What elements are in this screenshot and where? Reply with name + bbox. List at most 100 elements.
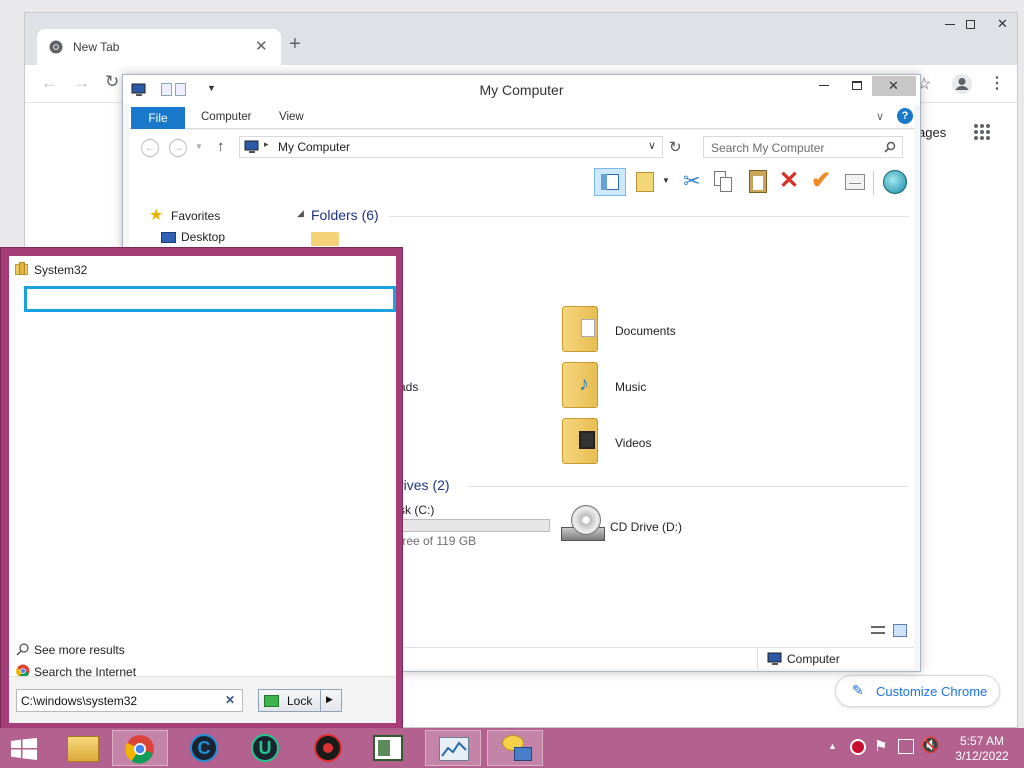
explorer-title: My Computer	[479, 82, 564, 98]
taskbar-u-app[interactable]: U	[238, 730, 294, 766]
taskbar-clock[interactable]: 5:57 AM 3/12/2022	[944, 734, 1020, 764]
computer-icon	[244, 140, 259, 153]
tray-flag-icon[interactable]: ⚑	[874, 737, 887, 755]
start-button[interactable]	[0, 730, 48, 766]
taskbar-chrome[interactable]	[112, 730, 168, 766]
address-bar[interactable]: ▸ My Computer ∨	[239, 136, 663, 158]
preview-pane-button[interactable]	[594, 168, 626, 196]
chrome-favicon-icon	[49, 40, 63, 54]
delete-icon[interactable]: ✕	[779, 166, 799, 195]
chrome-tab-new-tab[interactable]: New Tab ✕	[37, 29, 281, 65]
power-options-arrow-icon[interactable]: ▶	[326, 694, 333, 705]
lock-label: Lock	[287, 694, 313, 708]
drive-c-usage-bar	[399, 519, 550, 532]
help-icon[interactable]: ?	[897, 108, 913, 124]
drive-d-label: CD Drive (D:)	[610, 520, 682, 534]
tray-expand-icon[interactable]: ▲	[828, 741, 837, 751]
select-all-icon[interactable]	[636, 172, 654, 192]
tray-security-icon[interactable]	[850, 739, 866, 755]
back-icon[interactable]: ←	[41, 73, 58, 93]
ribbon-tab-view[interactable]: View	[279, 111, 304, 123]
ribbon-tab-file[interactable]: File	[131, 107, 185, 129]
properties-icon[interactable]	[845, 174, 865, 190]
drives-heading[interactable]: rives (2)	[399, 477, 450, 493]
folders-heading[interactable]: Folders (6)	[311, 207, 379, 223]
paste-icon[interactable]	[749, 170, 767, 193]
desktop-icon	[161, 232, 176, 243]
lock-icon	[264, 695, 279, 707]
details-view-icon[interactable]	[871, 625, 885, 637]
taskbar-chat-app[interactable]	[487, 730, 543, 766]
taskbar-app-window[interactable]	[360, 730, 416, 766]
toolbar-divider	[873, 171, 874, 195]
clear-search-icon[interactable]: ✕	[225, 693, 235, 707]
favorites-star-icon: ★	[149, 207, 164, 224]
ribbon-tab-computer[interactable]: Computer	[201, 111, 252, 123]
taskbar-resource-monitor[interactable]	[425, 730, 481, 766]
windows-logo-icon	[11, 738, 37, 760]
minimize-button[interactable]	[937, 13, 965, 35]
nav-back-icon[interactable]: ←	[141, 139, 159, 157]
nav-desktop[interactable]: Desktop	[181, 230, 225, 244]
taskbar-red-app[interactable]	[300, 730, 356, 766]
profile-avatar-icon[interactable]	[951, 73, 973, 95]
clock-time: 5:57 AM	[959, 734, 1005, 748]
search-box[interactable]: Search My Computer	[703, 136, 903, 158]
start-menu-panel: System32 See more results Search the Int…	[9, 256, 396, 723]
restore-button[interactable]	[963, 13, 985, 35]
chrome-tab-title: New Tab	[73, 40, 120, 54]
drive-c-label[interactable]: sk (C:)	[399, 503, 434, 517]
cut-icon[interactable]: ✂	[683, 169, 701, 194]
taskbar: C U ▲ ⚑ 🔇 5:57 AM 3/12/2022	[0, 728, 1024, 768]
folder-documents-label: Documents	[615, 324, 676, 338]
tab-close-icon[interactable]: ✕	[255, 37, 268, 55]
selected-result-highlight[interactable]	[24, 286, 396, 312]
status-computer-label: Computer	[787, 652, 840, 666]
recent-locations-icon[interactable]: ▼	[195, 142, 203, 151]
folders-divider	[389, 216, 909, 217]
start-search-input[interactable]	[16, 689, 243, 712]
up-icon[interactable]: ↑	[217, 138, 225, 155]
lock-button[interactable]: Lock ▶	[258, 689, 342, 712]
select-dropdown-icon[interactable]: ▼	[662, 176, 670, 185]
images-link[interactable]: ages	[918, 125, 946, 140]
rename-check-icon[interactable]: ✔	[811, 166, 831, 195]
copy-icon[interactable]	[714, 171, 732, 193]
u-app-icon: U	[251, 734, 279, 762]
tray-volume-muted-icon[interactable]: 🔇	[921, 736, 940, 754]
start-menu: System32 See more results Search the Int…	[0, 247, 403, 730]
nav-forward-icon[interactable]: →	[169, 139, 187, 157]
forward-icon[interactable]: →	[73, 73, 90, 93]
refresh-icon[interactable]: ↻	[669, 138, 682, 156]
chrome-menu-icon[interactable]: ⋮	[989, 73, 1005, 93]
chrome-close-button[interactable]: ✕	[987, 13, 1017, 35]
start-search-field[interactable]: ✕	[16, 689, 243, 712]
folder-videos-label: Videos	[615, 436, 652, 450]
nav-favorites[interactable]: Favorites	[171, 209, 220, 223]
explorer-minimize-button[interactable]	[819, 85, 829, 86]
videos-folder-icon	[562, 418, 598, 464]
search-icon[interactable]	[884, 141, 896, 153]
folders-collapse-icon[interactable]: ◢	[297, 208, 304, 219]
chrome-tab-strip: New Tab ✕ + ✕	[25, 13, 1017, 65]
tray-network-icon[interactable]	[898, 739, 914, 754]
reload-icon[interactable]: ↻	[105, 72, 119, 92]
result-system32[interactable]: System32	[34, 263, 87, 277]
explorer-close-button[interactable]: ✕	[872, 76, 916, 96]
explorer-maximize-button[interactable]	[852, 81, 862, 90]
start-menu-search-area: ✕ Lock ▶	[9, 676, 396, 723]
customize-chrome-button[interactable]: ✎ Customize Chrome	[835, 675, 1000, 707]
cd-drive-icon	[557, 505, 605, 547]
globe-icon[interactable]	[883, 170, 907, 194]
folder-icon	[311, 232, 339, 246]
ribbon-expand-icon[interactable]: ∨	[876, 110, 884, 123]
address-dropdown-icon[interactable]: ∨	[648, 139, 656, 152]
apps-grid-icon[interactable]	[973, 123, 991, 141]
taskbar-file-explorer[interactable]	[55, 730, 111, 766]
pencil-icon: ✎	[852, 682, 864, 698]
large-icons-view-icon[interactable]	[893, 624, 907, 637]
monitor-chart-icon	[439, 737, 469, 761]
new-tab-plus-icon[interactable]: +	[289, 33, 301, 56]
taskbar-ccleaner[interactable]: C	[177, 730, 233, 766]
see-more-results-link[interactable]: See more results	[34, 643, 125, 657]
